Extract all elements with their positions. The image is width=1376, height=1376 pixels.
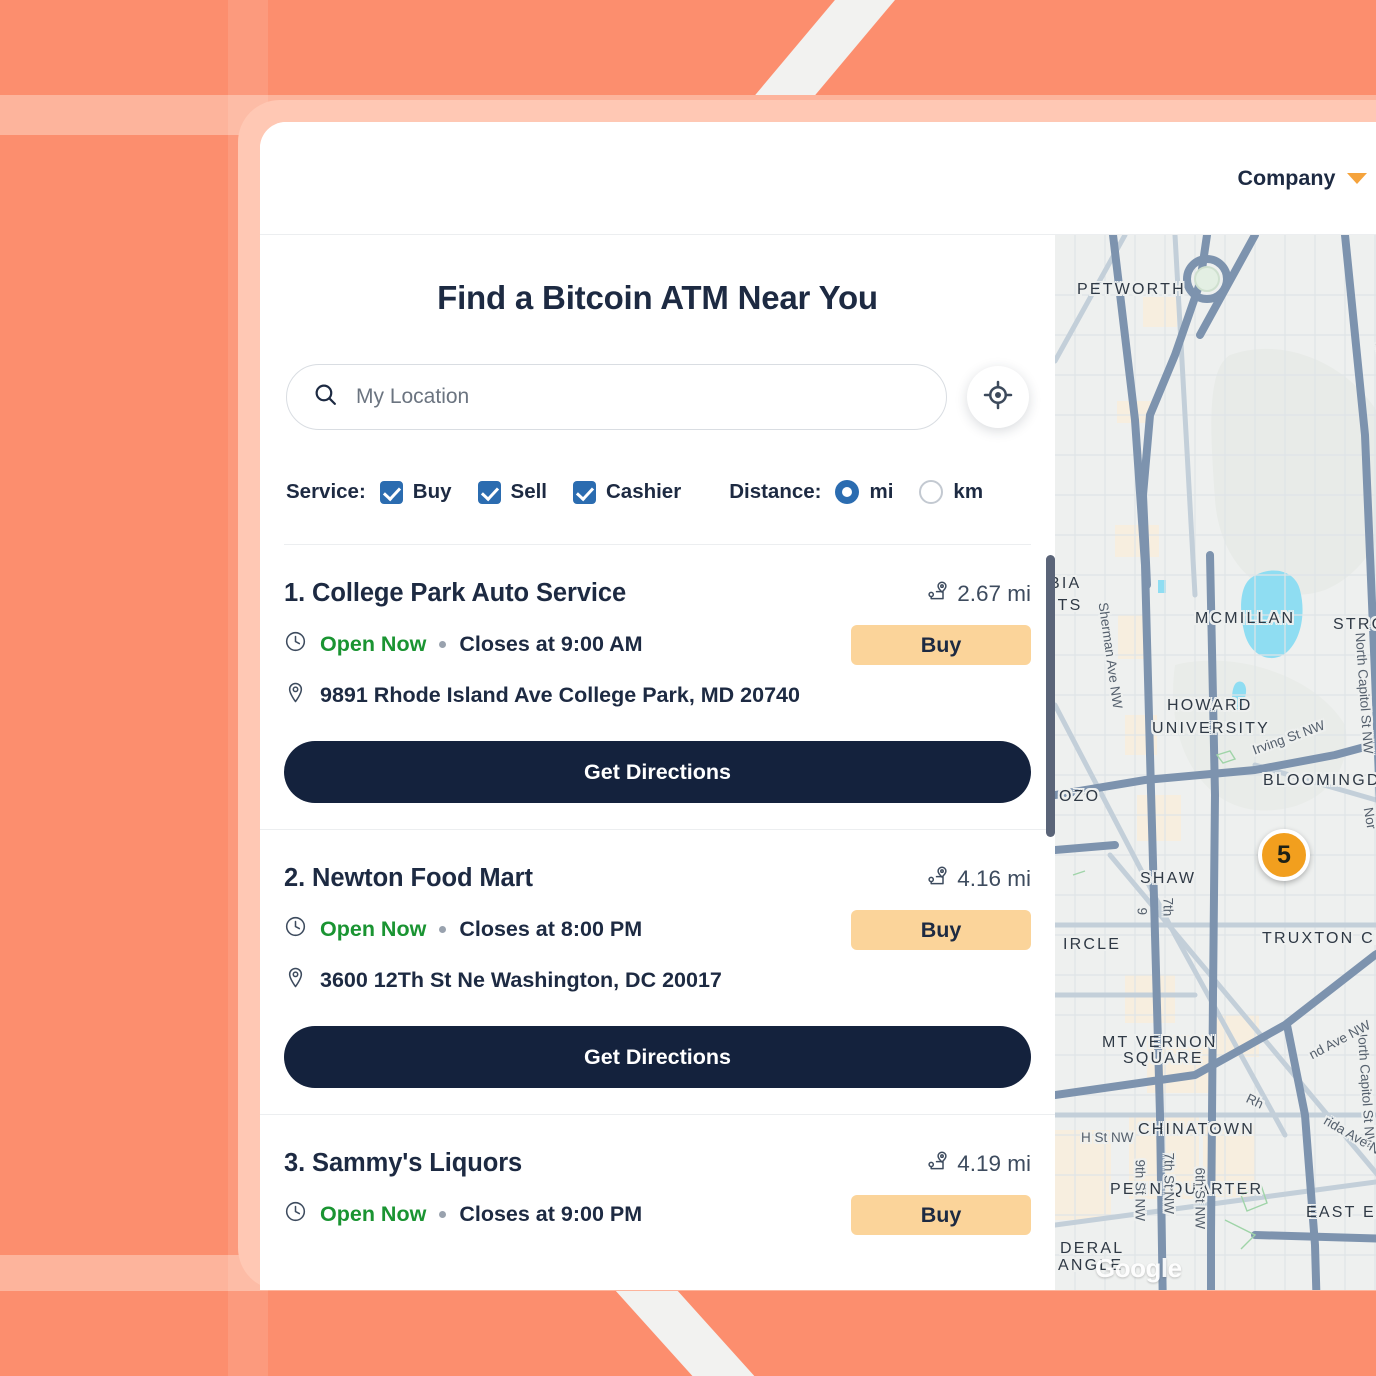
atm-list-panel: Find a Bitcoin ATM Near You My Location … — [260, 235, 1055, 1290]
separator-dot — [439, 641, 447, 648]
route-icon — [927, 864, 951, 894]
radio-selected-icon — [835, 480, 860, 504]
service-filter-label: Service: — [286, 480, 366, 503]
checkbox-buy[interactable]: Buy — [379, 480, 452, 504]
listing-address: 9891 Rhode Island Ave College Park, MD 2… — [320, 683, 800, 707]
list-scrollbar[interactable] — [1046, 555, 1055, 837]
buy-button[interactable]: Buy — [851, 625, 1031, 665]
atm-listings: 1. College Park Auto Service 2.67 mi Ope… — [260, 545, 1055, 1255]
listing-distance-value: 4.16 mi — [957, 866, 1031, 891]
top-navigation-bar: Company Servic — [260, 122, 1376, 235]
nav-item-company-label: Company — [1237, 165, 1336, 190]
listing-closing-time: Closes at 8:00 PM — [459, 917, 643, 941]
listing-closing-time: Closes at 9:00 AM — [459, 632, 643, 656]
app-window: Company Servic Find a Bitcoin ATM Near Y… — [260, 122, 1376, 1290]
checkbox-cashier[interactable]: Cashier — [572, 480, 682, 504]
checkbox-checked-icon — [477, 480, 501, 504]
geolocate-button[interactable] — [967, 366, 1029, 428]
map-marker-cluster[interactable]: 5 — [1258, 829, 1310, 881]
listing-title: 1. College Park Auto Service — [284, 579, 627, 607]
list-item[interactable]: 3. Sammy's Liquors 4.19 mi Open Now Clos… — [260, 1115, 1055, 1255]
listing-status: Open Now — [320, 1202, 427, 1226]
chevron-down-icon — [1347, 172, 1368, 184]
checkbox-buy-label: Buy — [412, 480, 452, 503]
search-icon — [313, 382, 338, 412]
buy-button[interactable]: Buy — [851, 1195, 1031, 1235]
radio-km-label: km — [953, 480, 984, 503]
map-vector-layer — [1055, 235, 1376, 1290]
listing-address-row: 9891 Rhode Island Ave College Park, MD 2… — [284, 681, 1031, 710]
radio-km[interactable]: km — [919, 480, 983, 504]
route-icon — [927, 1149, 951, 1179]
checkbox-sell-label: Sell — [510, 480, 547, 503]
search-box[interactable] — [286, 364, 947, 430]
clock-icon — [284, 630, 307, 659]
listing-distance: 4.16 mi — [927, 864, 1031, 894]
map-pin-icon — [284, 681, 307, 710]
radio-mi[interactable]: mi — [835, 480, 893, 504]
listing-distance: 2.67 mi — [927, 579, 1031, 609]
listing-closing-time: Closes at 9:00 PM — [459, 1202, 643, 1226]
device-frame: Company Servic Find a Bitcoin ATM Near Y… — [238, 100, 1376, 1290]
crosshair-icon — [983, 380, 1013, 415]
checkbox-checked-icon — [572, 480, 596, 504]
separator-dot — [439, 926, 447, 933]
listing-distance-value: 2.67 mi — [957, 581, 1031, 606]
listing-title: 2. Newton Food Mart — [284, 864, 533, 892]
nav-items: Company Servic — [1237, 166, 1376, 191]
clock-icon — [284, 1200, 307, 1229]
listing-distance: 4.19 mi — [927, 1149, 1031, 1179]
radio-mi-label: mi — [869, 480, 894, 503]
checkbox-checked-icon — [379, 480, 403, 504]
filter-row: Service: Buy Sell Cashier Distance: mi k… — [284, 480, 1031, 504]
listing-status: Open Now — [320, 632, 427, 656]
listing-address: 3600 12Th St Ne Washington, DC 20017 — [320, 968, 722, 992]
content-split: Find a Bitcoin ATM Near You My Location … — [260, 235, 1376, 1290]
listing-distance-value: 4.19 mi — [957, 1151, 1031, 1176]
checkbox-sell[interactable]: Sell — [477, 480, 547, 504]
map-marker-count: 5 — [1277, 840, 1291, 869]
map-view[interactable]: 5 PETWORTHBIAITSMCMILLANSTRONGHOWARDUNIV… — [1055, 235, 1376, 1290]
checkbox-cashier-label: Cashier — [605, 480, 682, 503]
list-item[interactable]: 2. Newton Food Mart 4.16 mi Open Now Clo… — [260, 830, 1055, 1115]
radio-unselected-icon — [919, 480, 944, 504]
get-directions-button[interactable]: Get Directions — [284, 741, 1031, 803]
distance-filter-label: Distance: — [729, 480, 822, 503]
separator-dot — [439, 1211, 447, 1218]
list-item[interactable]: 1. College Park Auto Service 2.67 mi Ope… — [260, 545, 1055, 830]
listing-title: 3. Sammy's Liquors — [284, 1149, 523, 1177]
listing-address-row: 3600 12Th St Ne Washington, DC 20017 — [284, 966, 1031, 995]
page-title: Find a Bitcoin ATM Near You — [437, 279, 878, 316]
listing-status: Open Now — [320, 917, 427, 941]
nav-item-company[interactable]: Company — [1237, 165, 1368, 191]
get-directions-button[interactable]: Get Directions — [284, 1026, 1031, 1088]
clock-icon — [284, 915, 307, 944]
map-pin-icon — [284, 966, 307, 995]
search-row — [284, 364, 1031, 430]
search-input[interactable] — [356, 385, 920, 409]
buy-button[interactable]: Buy — [851, 910, 1031, 950]
route-icon — [927, 579, 951, 609]
panel-header: Find a Bitcoin ATM Near You My Location … — [260, 235, 1055, 545]
